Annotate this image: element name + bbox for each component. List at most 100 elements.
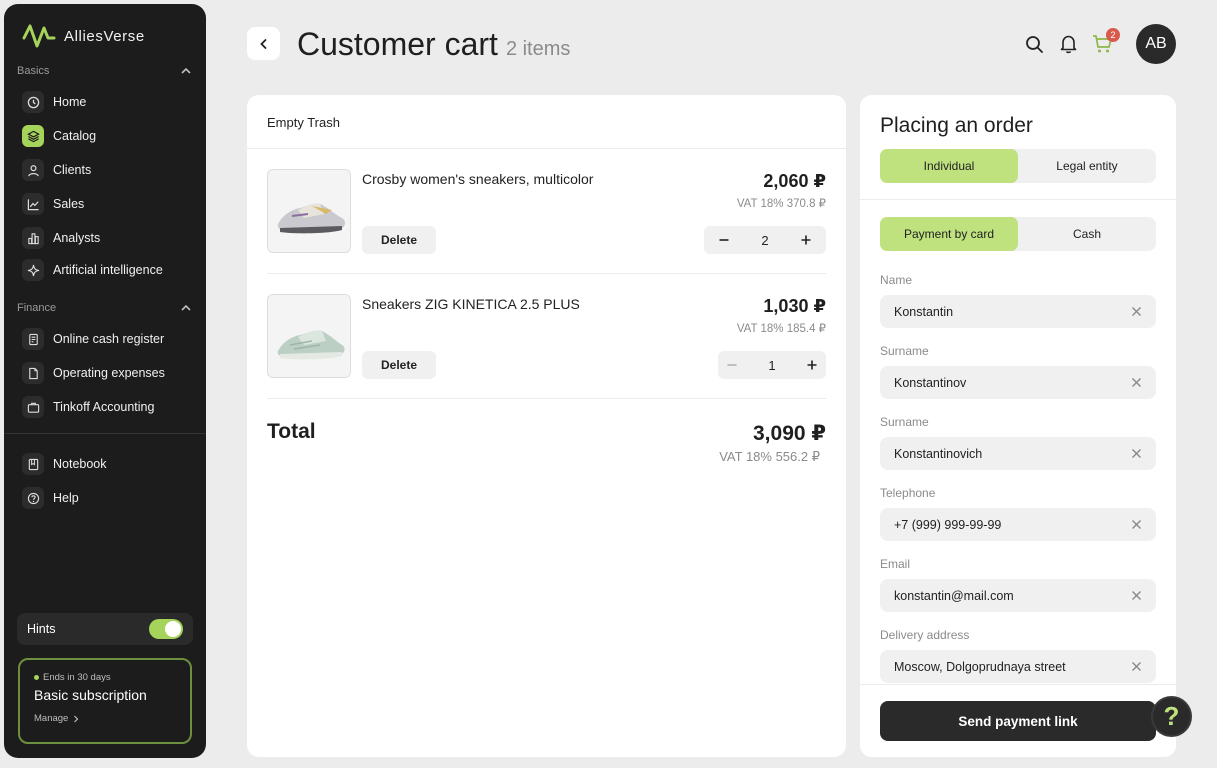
hints-toggle[interactable] (149, 619, 183, 639)
sidebar-item-tinkoff-accounting[interactable]: Tinkoff Accounting (22, 393, 198, 421)
patronymic-field[interactable] (880, 437, 1156, 470)
total-label: Total (267, 420, 316, 443)
sidebar-item-sales[interactable]: Sales (22, 190, 198, 218)
section-basics[interactable]: Basics (17, 64, 193, 78)
register-icon (22, 328, 44, 350)
customer-type-switch: Individual Legal entity (880, 149, 1156, 183)
sidebar-item-label: Analysts (53, 231, 101, 245)
minus-button[interactable] (718, 351, 746, 379)
quantity-stepper: 2 (704, 226, 826, 254)
bar-chart-icon (22, 227, 44, 249)
empty-trash-button[interactable]: Empty Trash (267, 115, 340, 130)
sidebar-item-label: Online cash register (53, 332, 165, 346)
clear-icon[interactable] (1131, 448, 1142, 459)
email-field[interactable] (880, 579, 1156, 612)
sidebar-item-home[interactable]: Home (22, 88, 198, 116)
surname-input[interactable] (894, 375, 1114, 390)
search-button[interactable] (1023, 33, 1045, 55)
sidebar-item-online-cash-register[interactable]: Online cash register (22, 325, 198, 353)
payment-method-switch: Payment by card Cash (880, 217, 1156, 251)
sneaker-image-icon (268, 295, 350, 377)
clear-icon[interactable] (1131, 590, 1142, 601)
product-image[interactable] (267, 294, 351, 378)
product-name[interactable]: Crosby women's sneakers, multicolor (362, 171, 593, 187)
plus-button[interactable] (798, 351, 826, 379)
product-price: 1,030 ₽ (763, 296, 826, 316)
send-payment-link-button[interactable]: Send payment link (880, 701, 1156, 741)
field-label-patronymic: Surname (880, 415, 929, 429)
surname-field[interactable] (880, 366, 1156, 399)
option-individual[interactable]: Individual (880, 149, 1018, 183)
plus-icon (801, 235, 811, 245)
subscription-manage-link[interactable]: Manage (34, 713, 176, 724)
chevron-up-icon[interactable] (179, 64, 193, 78)
sidebar-item-analysts[interactable]: Analysts (22, 224, 198, 252)
clear-icon[interactable] (1131, 377, 1142, 388)
sidebar-item-operating-expenses[interactable]: Operating expenses (22, 359, 198, 387)
chart-line-icon (22, 193, 44, 215)
name-field[interactable] (880, 295, 1156, 328)
option-payment-by-card[interactable]: Payment by card (880, 217, 1018, 251)
notifications-button[interactable] (1057, 33, 1079, 55)
document-icon (22, 362, 44, 384)
delete-button[interactable]: Delete (362, 351, 436, 379)
chevron-up-icon[interactable] (179, 301, 193, 315)
delivery-address-input[interactable] (894, 659, 1114, 674)
minus-button[interactable] (704, 226, 744, 254)
product-name[interactable]: Sneakers ZIG KINETICA 2.5 PLUS (362, 296, 580, 312)
sidebar-divider (4, 433, 206, 434)
delivery-address-field[interactable] (880, 650, 1156, 683)
option-legal-entity[interactable]: Legal entity (1018, 149, 1156, 183)
briefcase-icon (22, 396, 44, 418)
clear-icon[interactable] (1131, 306, 1142, 317)
app-logo[interactable]: AlliesVerse (22, 22, 145, 50)
avatar[interactable]: AB (1136, 24, 1176, 64)
section-finance[interactable]: Finance (17, 301, 193, 315)
patronymic-input[interactable] (894, 446, 1114, 461)
divider (267, 398, 826, 399)
telephone-input[interactable] (894, 517, 1114, 532)
sidebar-item-artificial-intelligence[interactable]: Artificial intelligence (22, 256, 198, 284)
sidebar-item-label: Tinkoff Accounting (53, 400, 155, 414)
field-label-email: Email (880, 557, 911, 571)
sidebar-item-clients[interactable]: Clients (22, 156, 198, 184)
sidebar-item-help[interactable]: Help (22, 484, 198, 512)
help-icon (22, 487, 44, 509)
product-image[interactable] (267, 169, 351, 253)
sidebar-item-notebook[interactable]: Notebook (22, 450, 198, 478)
help-fab-button[interactable]: ? (1151, 696, 1192, 737)
clear-icon[interactable] (1131, 661, 1142, 672)
section-label: Finance (17, 302, 57, 314)
plus-button[interactable] (786, 226, 826, 254)
sidebar-item-label: Notebook (53, 457, 107, 471)
telephone-field[interactable] (880, 508, 1156, 541)
back-button[interactable] (247, 27, 280, 60)
items-count: 2 items (505, 38, 571, 60)
quantity-value[interactable]: 2 (744, 233, 786, 248)
field-label-name: Name (880, 273, 913, 287)
hints-row: Hints (17, 613, 193, 645)
divider (860, 199, 1176, 200)
sidebar-item-label: Clients (53, 163, 92, 177)
total-vat: VAT 18% 556.2 ₽ (719, 449, 820, 464)
hints-label: Hints (27, 622, 56, 636)
total-price: 3,090 ₽ (753, 422, 826, 445)
delete-button[interactable]: Delete (362, 226, 436, 254)
minus-icon (719, 239, 729, 241)
sparkle-icon (22, 259, 44, 281)
field-label-surname: Surname (880, 344, 929, 358)
notebook-icon (22, 453, 44, 475)
sidebar-item-label: Home (53, 95, 87, 109)
name-input[interactable] (894, 304, 1114, 319)
cart-button[interactable]: 2 (1091, 28, 1120, 55)
clear-icon[interactable] (1131, 519, 1142, 530)
email-input[interactable] (894, 588, 1114, 603)
order-panel: Placing an order Individual Legal entity… (860, 95, 1176, 757)
quantity-value[interactable]: 1 (746, 358, 798, 373)
order-title: Placing an order (880, 114, 1033, 137)
option-cash[interactable]: Cash (1018, 217, 1156, 251)
field-label-delivery-address: Delivery address (880, 628, 970, 642)
sidebar-item-label: Sales (53, 197, 85, 211)
subscription-title: Basic subscription (34, 687, 147, 703)
sidebar-item-catalog[interactable]: Catalog (22, 122, 198, 150)
